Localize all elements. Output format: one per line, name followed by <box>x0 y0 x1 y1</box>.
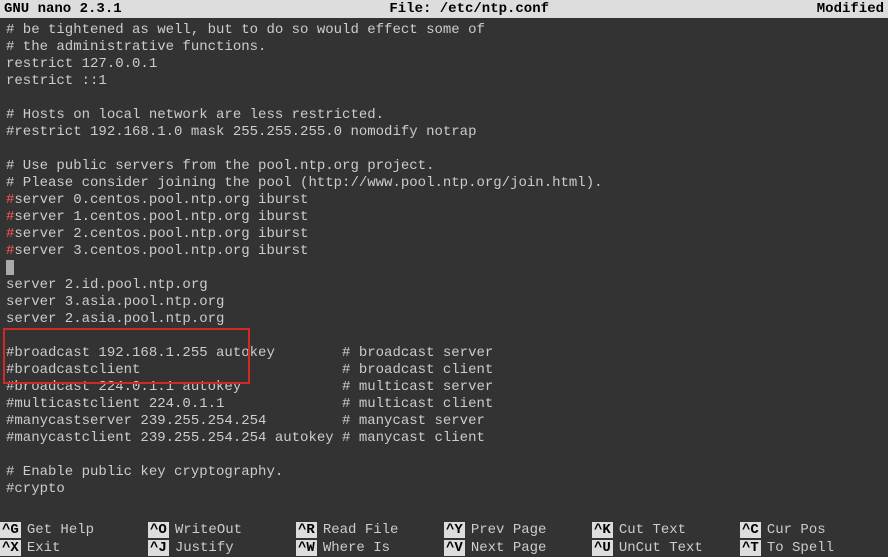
text-cursor <box>6 260 14 275</box>
editor-line: #server 2.centos.pool.ntp.org iburst <box>6 226 882 243</box>
shortcut-label: Prev Page <box>471 522 547 538</box>
editor-line: # Please consider joining the pool (http… <box>6 175 882 192</box>
shortcut-key: ^W <box>296 540 317 556</box>
shortcut-key: ^O <box>148 522 169 538</box>
shortcut-to-spell[interactable]: ^T To Spell <box>740 539 888 557</box>
editor-line: #restrict 192.168.1.0 mask 255.255.255.0… <box>6 124 882 141</box>
editor-line: server 2.id.pool.ntp.org <box>6 277 882 294</box>
shortcut-row-1: ^G Get Help ^O WriteOut ^R Read File ^Y Prev Pa… <box>0 521 888 539</box>
shortcut-label: Next Page <box>471 540 547 556</box>
shortcut-label: Cut Text <box>619 522 686 538</box>
shortcut-key: ^X <box>0 540 21 556</box>
shortcut-get-help[interactable]: ^G Get Help <box>0 521 148 539</box>
shortcut-label: Read File <box>323 522 399 538</box>
shortcut-label: To Spell <box>767 540 834 556</box>
shortcut-cut-text[interactable]: ^K Cut Text <box>592 521 740 539</box>
file-name: File: /etc/ntp.conf <box>122 1 817 17</box>
editor-line <box>6 260 882 277</box>
shortcut-label: Cur Pos <box>767 522 826 538</box>
shortcut-writeout[interactable]: ^O WriteOut <box>148 521 296 539</box>
shortcut-label: UnCut Text <box>619 540 703 556</box>
shortcut-key: ^C <box>740 522 761 538</box>
hash-mark: # <box>6 209 14 225</box>
hash-mark: # <box>6 243 14 259</box>
shortcut-key: ^K <box>592 522 613 538</box>
shortcut-label: Justify <box>175 540 234 556</box>
editor-line <box>6 447 882 464</box>
editor-line: # Enable public key cryptography. <box>6 464 882 481</box>
editor-area[interactable]: # be tightened as well, but to do so wou… <box>0 18 888 498</box>
editor-line: # the administrative functions. <box>6 39 882 56</box>
shortcut-key: ^Y <box>444 522 465 538</box>
editor-line <box>6 90 882 107</box>
shortcut-label: Exit <box>27 540 61 556</box>
editor-line: #server 3.centos.pool.ntp.org iburst <box>6 243 882 260</box>
editor-line: #manycastclient 239.255.254.254 autokey … <box>6 430 882 447</box>
editor-line: server 2.asia.pool.ntp.org <box>6 311 882 328</box>
shortcut-key: ^V <box>444 540 465 556</box>
shortcut-exit[interactable]: ^X Exit <box>0 539 148 557</box>
shortcut-label: Where Is <box>323 540 390 556</box>
app-name: GNU nano 2.3.1 <box>4 1 122 17</box>
shortcut-cur-pos[interactable]: ^C Cur Pos <box>740 521 888 539</box>
editor-line: #multicastclient 224.0.1.1 # multicast c… <box>6 396 882 413</box>
shortcut-uncut-text[interactable]: ^U UnCut Text <box>592 539 740 557</box>
editor-line: restrict 127.0.0.1 <box>6 56 882 73</box>
shortcut-key: ^U <box>592 540 613 556</box>
shortcut-read-file[interactable]: ^R Read File <box>296 521 444 539</box>
editor-line: #manycastserver 239.255.254.254 # manyca… <box>6 413 882 430</box>
modified-status: Modified <box>817 1 884 17</box>
shortcut-label: Get Help <box>27 522 94 538</box>
hash-mark: # <box>6 226 14 242</box>
editor-line: #broadcast 224.0.1.1 autokey # multicast… <box>6 379 882 396</box>
editor-line <box>6 328 882 345</box>
editor-line: restrict ::1 <box>6 73 882 90</box>
editor-line: #server 1.centos.pool.ntp.org iburst <box>6 209 882 226</box>
editor-line: server 3.asia.pool.ntp.org <box>6 294 882 311</box>
shortcut-key: ^R <box>296 522 317 538</box>
shortcut-prev-page[interactable]: ^Y Prev Page <box>444 521 592 539</box>
editor-line: #broadcastclient # broadcast client <box>6 362 882 379</box>
shortcut-where-is[interactable]: ^W Where Is <box>296 539 444 557</box>
shortcut-key: ^J <box>148 540 169 556</box>
editor-line: # Hosts on local network are less restri… <box>6 107 882 124</box>
shortcut-justify[interactable]: ^J Justify <box>148 539 296 557</box>
shortcut-next-page[interactable]: ^V Next Page <box>444 539 592 557</box>
shortcut-row-2: ^X Exit ^J Justify ^W Where Is ^V Next Page ^U Un… <box>0 539 888 557</box>
editor-line: # be tightened as well, but to do so wou… <box>6 22 882 39</box>
shortcut-bar: ^G Get Help ^O WriteOut ^R Read File ^Y Prev Pa… <box>0 521 888 557</box>
editor-line: # Use public servers from the pool.ntp.o… <box>6 158 882 175</box>
shortcut-label: WriteOut <box>175 522 242 538</box>
editor-line <box>6 141 882 158</box>
hash-mark: # <box>6 192 14 208</box>
editor-line: #broadcast 192.168.1.255 autokey # broad… <box>6 345 882 362</box>
title-bar: GNU nano 2.3.1 File: /etc/ntp.conf Modif… <box>0 0 888 18</box>
shortcut-key: ^T <box>740 540 761 556</box>
editor-line: #crypto <box>6 481 882 498</box>
editor-line: #server 0.centos.pool.ntp.org iburst <box>6 192 882 209</box>
shortcut-key: ^G <box>0 522 21 538</box>
